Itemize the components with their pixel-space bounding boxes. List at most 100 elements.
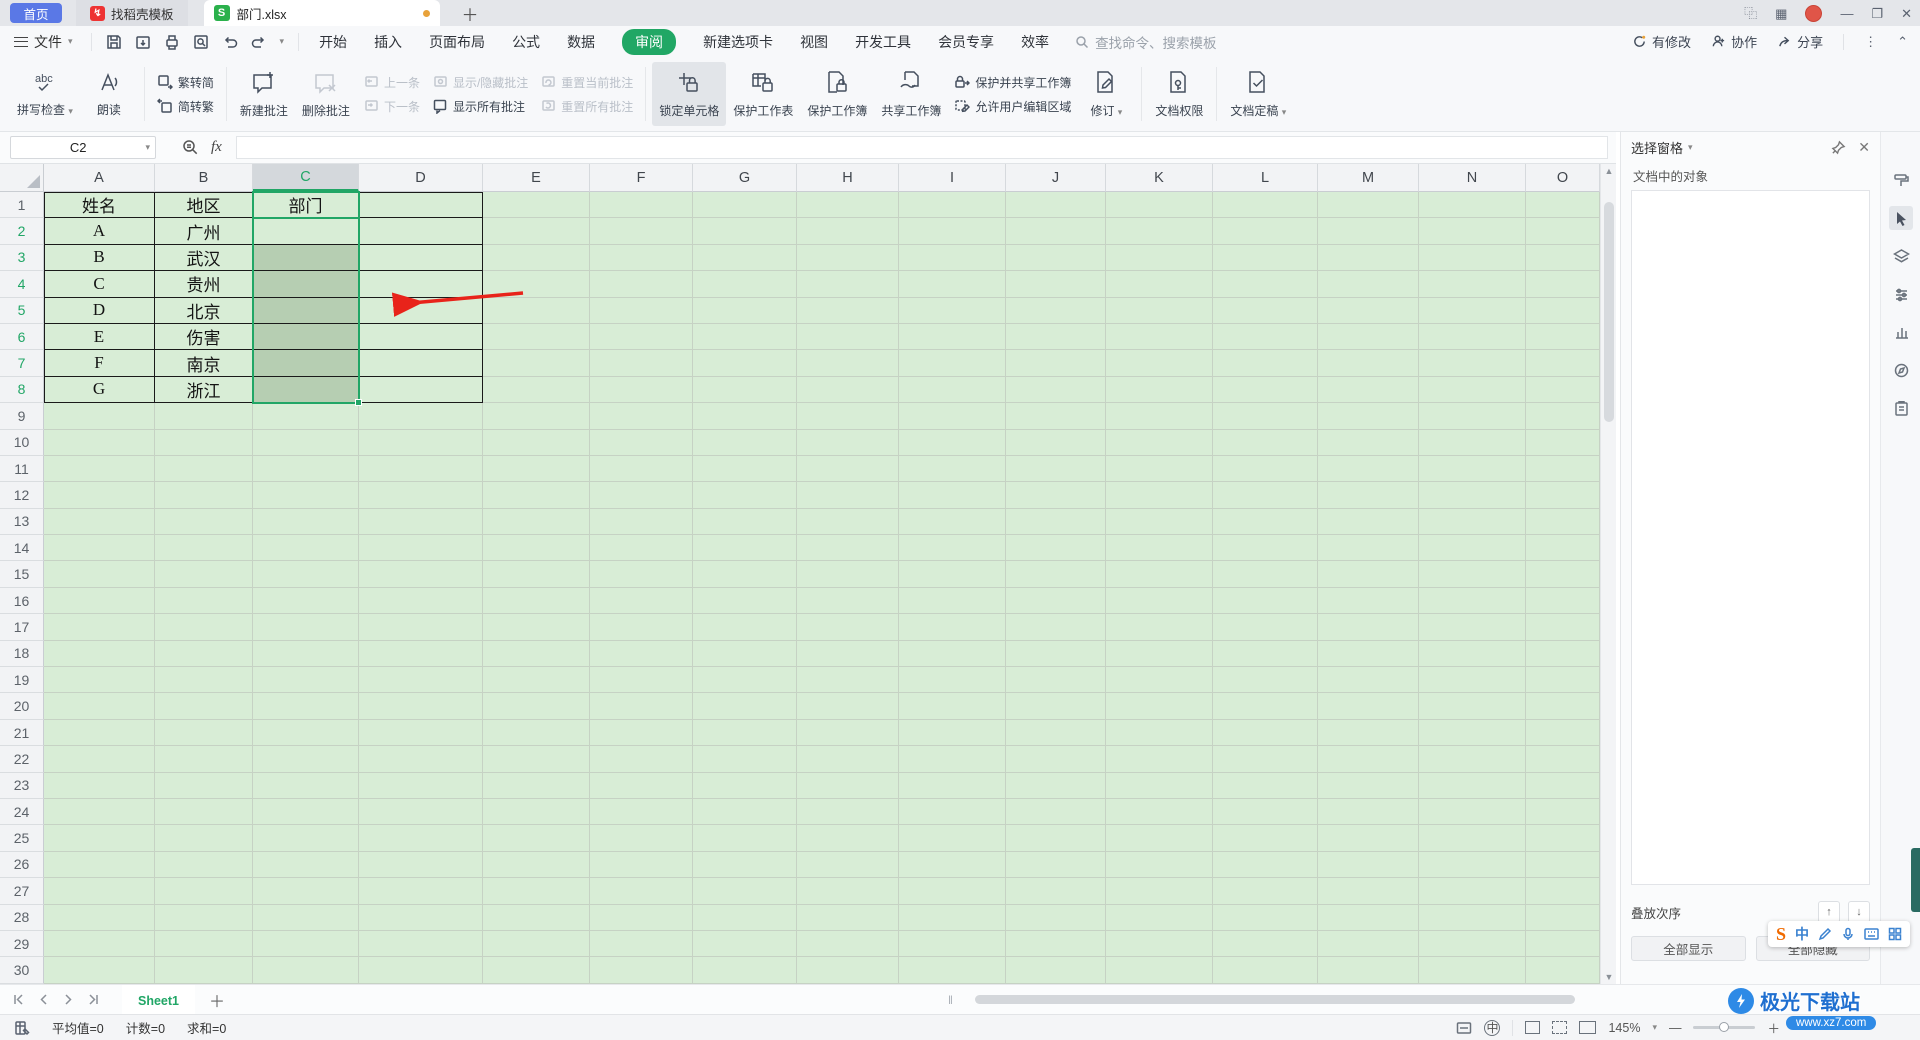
grid-cell-C8[interactable] [253,376,359,404]
lock-cell-button[interactable]: 锁定单元格 [652,62,727,126]
grid-cell-M21[interactable] [1318,719,1419,747]
grid-cell-G21[interactable] [693,719,797,747]
grid-cell-A14[interactable] [44,535,155,562]
grid-cell-A2[interactable]: A [44,218,155,245]
grid-cell-I6[interactable] [899,323,1006,351]
grid-cell-O20[interactable] [1526,693,1600,720]
grid-cell-L27[interactable] [1213,878,1318,905]
grid-cell-K9[interactable] [1106,403,1213,430]
grid-cell-N20[interactable] [1419,693,1526,720]
grid-cell-K25[interactable] [1106,825,1213,852]
grid-cell-J25[interactable] [1006,825,1106,852]
row-header-17[interactable]: 17 [0,614,44,641]
grid-cell-J21[interactable] [1006,719,1106,747]
zoom-out-button[interactable]: — [1669,1021,1682,1035]
grid-cell-G1[interactable] [693,192,797,219]
grid-cell-H21[interactable] [797,719,899,747]
grid-cell-A13[interactable] [44,508,155,536]
device-sync-icon[interactable]: ⿻ [1744,7,1757,20]
grid-cell-J18[interactable] [1006,640,1106,668]
grid-cell-I29[interactable] [899,930,1006,958]
grid-cell-N29[interactable] [1419,930,1526,958]
column-header-I[interactable]: I [899,164,1006,192]
grid-cell-L13[interactable] [1213,508,1318,536]
grid-cell-M11[interactable] [1318,455,1419,483]
grid-cell-K4[interactable] [1106,271,1213,298]
grid-cell-L14[interactable] [1213,535,1318,562]
grid-cell-B8[interactable]: 浙江 [155,376,253,404]
format-painter-icon[interactable] [1889,168,1913,192]
grid-cell-D14[interactable] [359,535,483,562]
grid-cell-B15[interactable] [155,561,253,588]
column-header-L[interactable]: L [1213,164,1318,192]
grid-cell-A25[interactable] [44,825,155,852]
normal-view-icon[interactable] [1525,1021,1541,1034]
grid-cell-I13[interactable] [899,508,1006,536]
grid-cell-N2[interactable] [1419,218,1526,245]
grid-cell-F16[interactable] [590,587,693,615]
grid-cell-L24[interactable] [1213,798,1318,826]
grid-cell-I8[interactable] [899,376,1006,404]
grid-cell-O2[interactable] [1526,218,1600,245]
grid-cell-O26[interactable] [1526,851,1600,879]
row-header-20[interactable]: 20 [0,693,44,720]
grid-cell-M5[interactable] [1318,297,1419,324]
grid-cell-L19[interactable] [1213,667,1318,694]
grid-cell-C19[interactable] [253,667,359,694]
grid-cell-G8[interactable] [693,376,797,404]
grid-cell-F19[interactable] [590,667,693,694]
row-header-1[interactable]: 1 [0,192,44,219]
grid-cell-F30[interactable] [590,957,693,984]
grid-cell-K12[interactable] [1106,482,1213,509]
grid-cell-J29[interactable] [1006,930,1106,958]
add-sheet-button[interactable]: ＋ [209,988,225,1012]
column-header-J[interactable]: J [1006,164,1106,192]
column-header-K[interactable]: K [1106,164,1213,192]
grid-cell-G2[interactable] [693,218,797,245]
export-icon[interactable] [135,34,151,50]
grid-cell-I19[interactable] [899,667,1006,694]
grid-cell-O14[interactable] [1526,535,1600,562]
grid-cell-I1[interactable] [899,192,1006,219]
grid-cell-F6[interactable] [590,323,693,351]
grid-cell-N19[interactable] [1419,667,1526,694]
grid-cell-H2[interactable] [797,218,899,245]
grid-cell-D10[interactable] [359,429,483,456]
grid-cell-K17[interactable] [1106,614,1213,641]
grid-cell-M26[interactable] [1318,851,1419,879]
grid-cell-F17[interactable] [590,614,693,641]
grid-cell-K14[interactable] [1106,535,1213,562]
grid-cell-I16[interactable] [899,587,1006,615]
trad-to-simp-button[interactable]: 繁转简 [157,74,214,91]
grid-cell-D5[interactable] [359,297,483,324]
grid-cell-M25[interactable] [1318,825,1419,852]
grid-cell-N14[interactable] [1419,535,1526,562]
tab-page-layout[interactable]: 页面布局 [429,32,485,52]
grid-cell-H15[interactable] [797,561,899,588]
grid-cell-J9[interactable] [1006,403,1106,430]
collaborate-button[interactable]: 协作 [1711,32,1757,51]
grid-cell-A6[interactable]: E [44,323,155,351]
grid-cell-N6[interactable] [1419,323,1526,351]
grid-cell-K10[interactable] [1106,429,1213,456]
grid-cell-H6[interactable] [797,323,899,351]
grid-cell-D12[interactable] [359,482,483,509]
grid-cell-K3[interactable] [1106,244,1213,272]
has-changes-status[interactable]: 有修改 [1632,32,1691,51]
sliders-icon[interactable] [1889,282,1913,306]
grid-cell-G29[interactable] [693,930,797,958]
tab-start[interactable]: 开始 [319,32,347,52]
grid-cell-G28[interactable] [693,904,797,931]
grid-cell-N7[interactable] [1419,350,1526,377]
read-aloud-button[interactable]: 朗读 [80,62,138,126]
grid-cell-K30[interactable] [1106,957,1213,984]
column-header-C[interactable]: C [253,164,359,192]
grid-cell-F10[interactable] [590,429,693,456]
grid-cell-N16[interactable] [1419,587,1526,615]
grid-cell-K28[interactable] [1106,904,1213,931]
grid-cell-C28[interactable] [253,904,359,931]
clipboard-icon[interactable] [1889,396,1913,420]
grid-cell-N9[interactable] [1419,403,1526,430]
grid-cell-B30[interactable] [155,957,253,984]
grid-cell-G25[interactable] [693,825,797,852]
